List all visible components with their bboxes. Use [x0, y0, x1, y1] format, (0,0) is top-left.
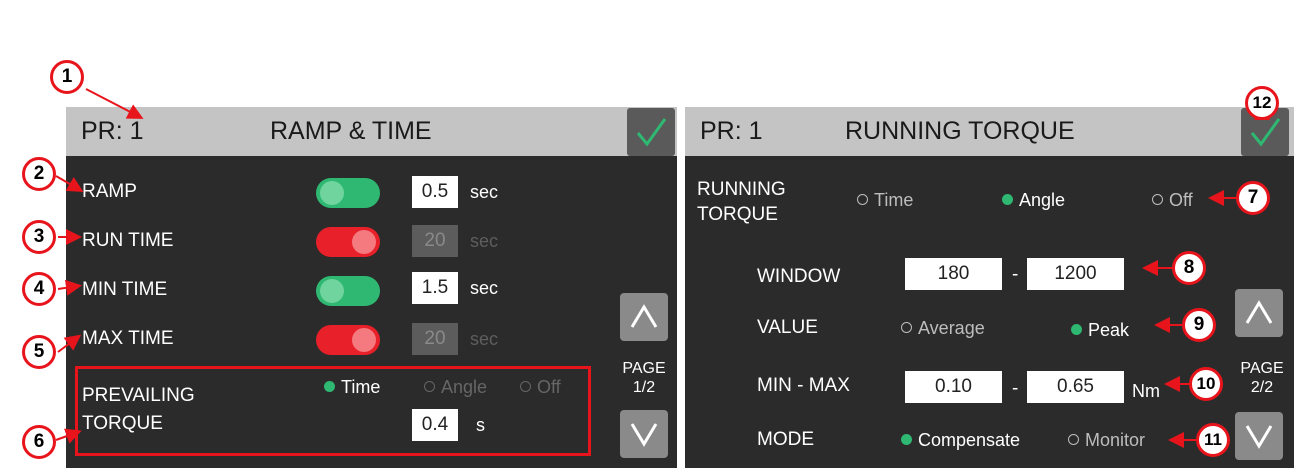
program-number: PR: 1 [81, 117, 144, 145]
running-torque-label-line1: RUNNING [697, 179, 786, 200]
value-option-peak[interactable]: Peak [1071, 319, 1129, 341]
chevron-down-icon [1245, 425, 1273, 449]
callout-2: 2 [22, 157, 56, 191]
run-time-value-input: 20 [412, 225, 458, 257]
min-time-value-input[interactable]: 1.5 [412, 272, 458, 304]
value-label: VALUE [757, 317, 818, 338]
radio-selected-icon [1071, 324, 1082, 335]
page-title: RUNNING TORQUE [845, 117, 1075, 145]
page-indicator-number: 1/2 [632, 379, 656, 396]
callout-8: 8 [1172, 251, 1206, 285]
min-max-label: MIN - MAX [757, 375, 850, 396]
callout-5: 5 [22, 335, 56, 369]
callout-4: 4 [22, 272, 56, 306]
page-indicator-number: 2/2 [1250, 379, 1274, 396]
mode-option-compensate[interactable]: Compensate [901, 429, 1020, 451]
value-option-average[interactable]: Average [901, 317, 985, 339]
max-time-toggle[interactable] [316, 325, 380, 355]
page-indicator-label: PAGE [1240, 360, 1284, 377]
torque-unit: Nm [1132, 381, 1160, 401]
run-time-label: RUN TIME [82, 230, 174, 251]
page-up-button[interactable] [1235, 289, 1283, 337]
radio-unselected-icon [1068, 434, 1079, 445]
callout-10: 10 [1189, 367, 1223, 401]
min-max-separator: - [1012, 378, 1019, 399]
window-to-input[interactable]: 1200 [1027, 258, 1124, 290]
chevron-up-icon [630, 304, 658, 328]
max-time-label: MAX TIME [82, 328, 174, 349]
callout-11: 11 [1196, 423, 1230, 457]
run-time-unit: sec [470, 231, 499, 251]
run-time-toggle[interactable] [316, 227, 380, 257]
callout-12: 12 [1245, 86, 1279, 120]
prevailing-torque-highlight-box [75, 366, 591, 456]
radio-unselected-icon [1152, 194, 1163, 205]
max-time-value-input: 20 [412, 323, 458, 355]
radio-selected-icon [901, 434, 912, 445]
running-torque-panel: PR: 1 RUNNING TORQUE RUNNING TORQUE Time… [685, 107, 1294, 468]
ramp-unit: sec [470, 182, 499, 202]
max-time-unit: sec [470, 329, 499, 349]
page-indicator-label: PAGE [622, 360, 666, 377]
program-number: PR: 1 [700, 117, 763, 145]
min-time-label: MIN TIME [82, 279, 168, 300]
callout-3: 3 [22, 220, 56, 254]
page-down-button[interactable] [620, 410, 668, 458]
radio-unselected-icon [857, 194, 868, 205]
radio-unselected-icon [901, 322, 912, 333]
ramp-value-input[interactable]: 0.5 [412, 176, 458, 208]
callout-7: 7 [1236, 181, 1270, 215]
ramp-label: RAMP [82, 181, 137, 202]
checkmark-icon [636, 118, 667, 147]
page-down-button[interactable] [1235, 412, 1283, 460]
radio-selected-icon [1002, 194, 1013, 205]
page-up-button[interactable] [620, 293, 668, 341]
chevron-down-icon [630, 423, 658, 447]
window-from-input[interactable]: 180 [905, 258, 1002, 290]
callout-1: 1 [50, 60, 84, 94]
window-label: WINDOW [757, 266, 841, 287]
max-input[interactable]: 0.65 [1027, 371, 1124, 403]
confirm-button[interactable] [627, 108, 675, 156]
window-separator: - [1012, 264, 1019, 285]
running-option-off[interactable]: Off [1152, 189, 1193, 211]
ramp-toggle[interactable] [316, 178, 380, 208]
min-time-unit: sec [470, 278, 499, 298]
callout-6: 6 [22, 425, 56, 459]
running-torque-label-line2: TORQUE [697, 204, 778, 225]
chevron-up-icon [1245, 300, 1273, 324]
callout-9: 9 [1182, 308, 1216, 342]
mode-label: MODE [757, 429, 814, 450]
running-option-angle[interactable]: Angle [1002, 189, 1065, 211]
mode-option-monitor[interactable]: Monitor [1068, 429, 1145, 451]
min-input[interactable]: 0.10 [905, 371, 1002, 403]
min-time-toggle[interactable] [316, 276, 380, 306]
running-option-time[interactable]: Time [857, 189, 913, 211]
page-title: RAMP & TIME [270, 117, 432, 145]
